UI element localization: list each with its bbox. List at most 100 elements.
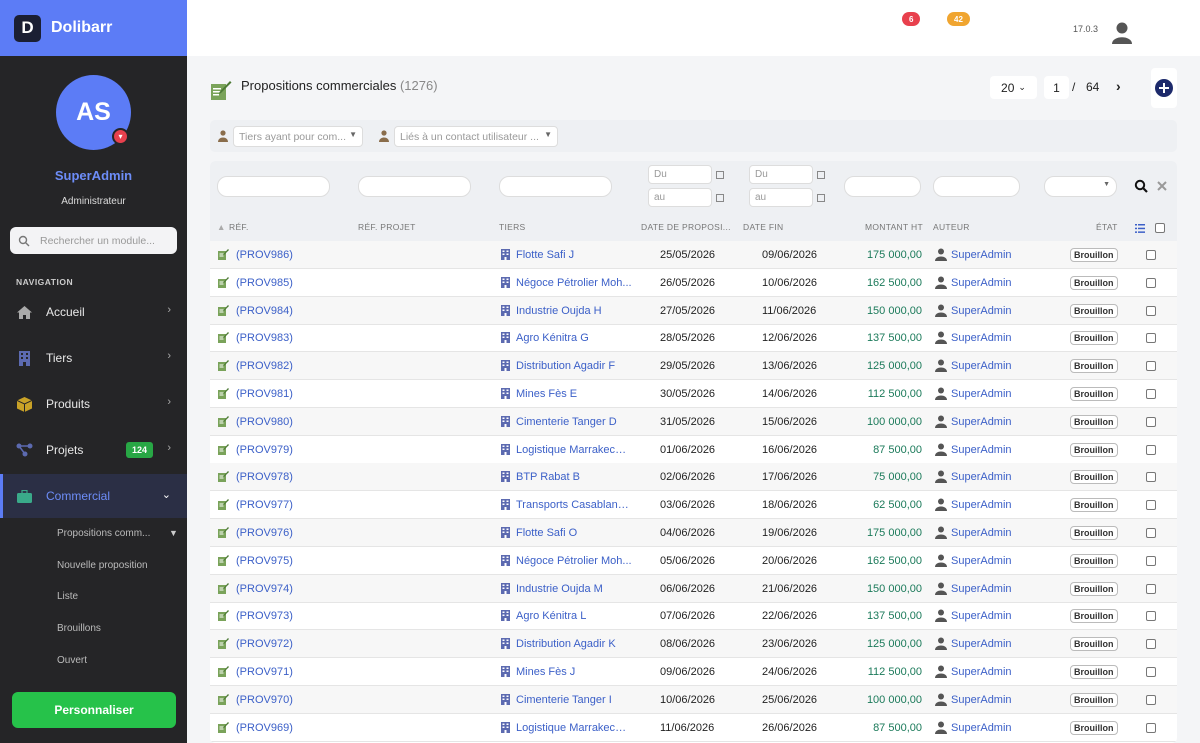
table-row[interactable]: (PROV983) Agro Kénitra G 28/05/2026 12/06/2… — [210, 324, 1177, 353]
row-checkbox[interactable] — [1146, 444, 1156, 455]
table-row[interactable]: (PROV973) Agro Kénitra L 07/06/2026 22/06/2… — [210, 602, 1177, 631]
row-checkbox[interactable] — [1146, 472, 1156, 483]
table-row[interactable]: (PROV977) Transports Casablanc... 03/06/20… — [210, 491, 1177, 520]
author-link[interactable]: SuperAdmin — [951, 444, 1012, 456]
calendar-icon[interactable] — [716, 171, 724, 179]
table-row[interactable]: (PROV970) Cimenterie Tanger I 10/06/2026 25… — [210, 685, 1177, 714]
row-checkbox[interactable] — [1146, 389, 1156, 399]
table-row[interactable]: (PROV974) Industrie Oujda M 06/06/2026 21/0… — [210, 574, 1177, 603]
table-row[interactable]: (PROV972) Distribution Agadir K 08/06/2026… — [210, 630, 1177, 659]
thirdparty-link[interactable]: Cimenterie Tanger D — [516, 416, 617, 428]
thirdparty-link[interactable]: Flotte Safi O — [516, 527, 577, 539]
table-row[interactable]: (PROV984) Industrie Oujda H 27/05/2026 11/0… — [210, 296, 1177, 325]
thirdparty-link[interactable]: Mines Fès J — [516, 666, 575, 678]
thirdparty-link[interactable]: Mines Fès E — [516, 388, 577, 400]
proposal-ref-link[interactable]: (PROV983) — [236, 332, 293, 344]
search-ref-input[interactable] — [217, 176, 330, 197]
date-to-input[interactable]: au — [648, 188, 712, 207]
author-link[interactable]: SuperAdmin — [951, 471, 1012, 483]
search-thirdparty-input[interactable] — [499, 176, 612, 197]
thirdparty-link[interactable]: Logistique Marrakech H — [516, 722, 632, 734]
proposal-ref-link[interactable]: (PROV981) — [236, 388, 293, 400]
proposal-ref-link[interactable]: (PROV985) — [236, 277, 293, 289]
proposal-ref-link[interactable]: (PROV974) — [236, 583, 293, 595]
author-link[interactable]: SuperAdmin — [951, 722, 1012, 734]
nav-item-accueil[interactable]: Accueil › — [0, 290, 187, 334]
row-checkbox[interactable] — [1146, 528, 1156, 538]
table-row[interactable]: (PROV981) Mines Fès E 30/05/2026 14/06/2026… — [210, 380, 1177, 408]
search-author-input[interactable] — [933, 176, 1020, 197]
row-checkbox[interactable] — [1146, 361, 1156, 372]
table-row[interactable]: (PROV982) Distribution Agadir F 29/05/2026… — [210, 352, 1177, 381]
thirdparty-link[interactable]: Industrie Oujda M — [516, 583, 603, 595]
nav-item-produits[interactable]: Produits › — [0, 382, 187, 426]
author-link[interactable]: SuperAdmin — [951, 666, 1012, 678]
table-row[interactable]: (PROV975) Négoce Pétrolier Moh... 05/06/20… — [210, 547, 1177, 575]
author-link[interactable]: SuperAdmin — [951, 555, 1012, 567]
chevron-down-icon[interactable]: ▾ — [112, 128, 129, 145]
row-checkbox[interactable] — [1146, 639, 1156, 650]
thirdparty-link[interactable]: Industrie Oujda H — [516, 305, 602, 317]
contact-filter-select[interactable]: Liés à un contact utilisateur ... ▼ — [394, 126, 558, 147]
author-link[interactable]: SuperAdmin — [951, 305, 1012, 317]
row-checkbox[interactable] — [1146, 611, 1156, 622]
subnav-open[interactable]: Ouvert — [57, 655, 87, 666]
clear-search-icon[interactable] — [1157, 181, 1167, 191]
status-select[interactable]: ▼ — [1044, 176, 1117, 197]
col-project[interactable]: RÉF. PROJET — [358, 222, 416, 232]
table-row[interactable]: (PROV985) Négoce Pétrolier Moh... 26/05/20… — [210, 269, 1177, 297]
author-link[interactable]: SuperAdmin — [951, 388, 1012, 400]
proposal-ref-link[interactable]: (PROV971) — [236, 666, 293, 678]
add-proposal-button[interactable] — [1151, 68, 1177, 108]
nav-item-tiers[interactable]: Tiers › — [0, 336, 187, 380]
row-checkbox[interactable] — [1146, 277, 1156, 288]
col-status[interactable]: ÉTAT — [1096, 222, 1118, 232]
proposal-ref-link[interactable]: (PROV984) — [236, 305, 293, 317]
table-row[interactable]: (PROV986) Flotte Safi J 25/05/2026 09/06/20… — [210, 241, 1177, 269]
proposal-ref-link[interactable]: (PROV973) — [236, 610, 293, 622]
proposal-ref-link[interactable]: (PROV976) — [236, 527, 293, 539]
table-row[interactable]: (PROV980) Cimenterie Tanger D 31/05/2026 15… — [210, 407, 1177, 436]
col-end-date[interactable]: DATE FIN — [743, 222, 784, 232]
row-checkbox[interactable] — [1146, 416, 1156, 427]
author-link[interactable]: SuperAdmin — [951, 694, 1012, 706]
thirdparty-link[interactable]: Flotte Safi J — [516, 249, 574, 261]
thirdparty-link[interactable]: BTP Rabat B — [516, 471, 580, 483]
select-all-checkbox[interactable] — [1155, 223, 1165, 233]
col-thirdparty[interactable]: TIERS — [499, 222, 526, 232]
row-checkbox[interactable] — [1146, 305, 1156, 316]
nav-item-commercial[interactable]: Commercial ⌄ — [0, 474, 187, 518]
table-row[interactable]: (PROV978) BTP Rabat B 02/06/2026 17/06/2026… — [210, 463, 1177, 492]
column-list-icon[interactable] — [1135, 224, 1145, 233]
row-checkbox[interactable] — [1146, 250, 1156, 260]
row-checkbox[interactable] — [1146, 555, 1156, 566]
row-checkbox[interactable] — [1146, 722, 1156, 733]
proposal-ref-link[interactable]: (PROV972) — [236, 638, 293, 650]
thirdparty-link[interactable]: Agro Kénitra G — [516, 332, 589, 344]
col-ref[interactable]: RÉF. — [229, 222, 249, 232]
calendar-icon[interactable] — [716, 194, 724, 202]
col-author[interactable]: AUTEUR — [933, 222, 970, 232]
search-amount-input[interactable] — [844, 176, 921, 197]
date-from-input[interactable]: Du — [648, 165, 712, 184]
current-page-input[interactable]: 1 — [1044, 76, 1069, 99]
row-checkbox[interactable] — [1146, 667, 1156, 677]
row-checkbox[interactable] — [1146, 694, 1156, 705]
page-size-select[interactable]: 20 ⌄ — [990, 76, 1037, 99]
proposal-ref-link[interactable]: (PROV970) — [236, 694, 293, 706]
calendar-icon[interactable] — [817, 171, 825, 179]
col-amount[interactable]: MONTANT HT — [865, 222, 923, 232]
search-project-input[interactable] — [358, 176, 471, 197]
next-page-icon[interactable]: › — [1116, 78, 1121, 94]
thirdparty-link[interactable]: Transports Casablanc... — [516, 499, 632, 511]
proposal-ref-link[interactable]: (PROV969) — [236, 722, 293, 734]
table-row[interactable]: (PROV969) Logistique Marrakech H 11/06/202… — [210, 714, 1177, 742]
subnav-drafts[interactable]: Brouillons — [57, 623, 101, 634]
author-link[interactable]: SuperAdmin — [951, 638, 1012, 650]
proposal-ref-link[interactable]: (PROV979) — [236, 444, 293, 456]
user-name[interactable]: SuperAdmin — [0, 168, 187, 183]
nav-item-projets[interactable]: Projets 124 › — [0, 428, 187, 472]
search-icon[interactable] — [1134, 179, 1148, 193]
subnav-list[interactable]: Liste — [57, 591, 78, 602]
author-link[interactable]: SuperAdmin — [951, 610, 1012, 622]
